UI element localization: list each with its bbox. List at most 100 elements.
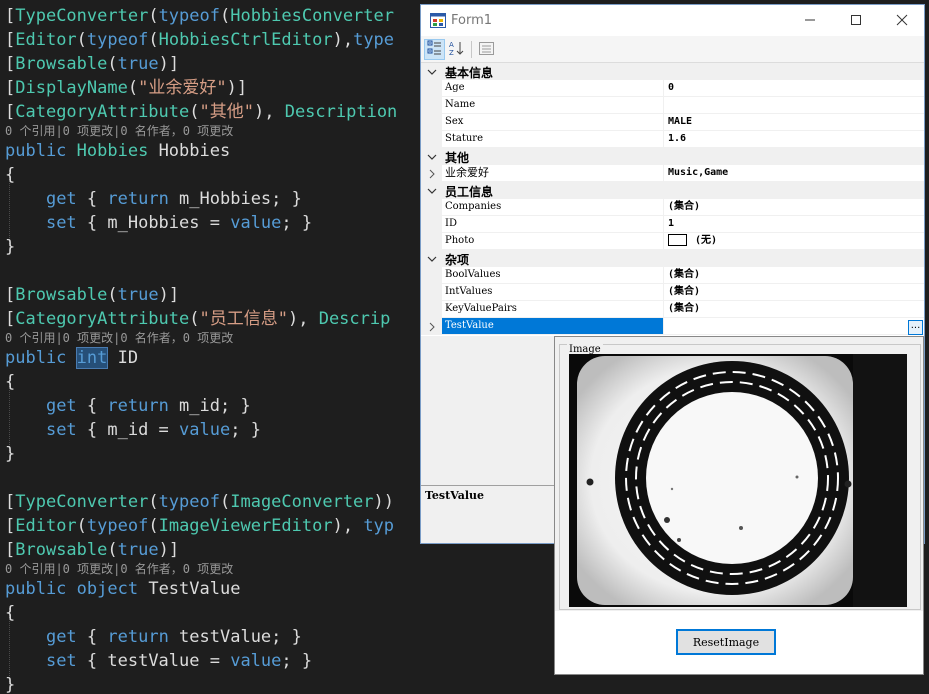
property-row-hobbies[interactable]: 业余爱好 Music,Game <box>421 165 924 182</box>
maximize-button[interactable] <box>833 5 879 36</box>
property-name[interactable]: Name <box>442 97 664 114</box>
code-line[interactable]: { <box>5 371 15 393</box>
code-line[interactable]: set { m_id = value; } <box>5 419 261 441</box>
code-line[interactable]: get { return m_Hobbies; } <box>5 188 302 210</box>
property-name[interactable]: Companies <box>442 199 664 216</box>
category-label: 其他 <box>445 151 470 165</box>
property-value[interactable] <box>664 318 924 335</box>
image-preview <box>569 354 907 607</box>
codelens-references[interactable]: 0 个引用|0 项更改|0 名作者，0 项更改 <box>5 562 233 576</box>
property-value[interactable]: (集合) <box>664 199 924 216</box>
category-misc[interactable]: 杂项 <box>421 250 924 267</box>
category-employee-info[interactable]: 员工信息 <box>421 182 924 199</box>
close-button[interactable] <box>879 5 925 36</box>
codelens-references[interactable]: 0 个引用|0 项更改|0 名作者，0 项更改 <box>5 331 233 345</box>
property-value[interactable]: MALE <box>664 114 924 131</box>
chevron-down-icon[interactable] <box>426 182 438 199</box>
property-name[interactable]: 业余爱好 <box>442 165 664 182</box>
svg-text:Z: Z <box>449 49 454 56</box>
property-row-companies[interactable]: Companies (集合) <box>421 199 924 216</box>
property-row-keyvaluepairs[interactable]: KeyValuePairs (集合) <box>421 301 924 318</box>
category-other[interactable]: 其他 <box>421 148 924 165</box>
property-grid[interactable]: 基本信息 Age 0 Name Sex MALE Stature 1.6 其他 <box>421 63 924 336</box>
property-name[interactable]: Stature <box>442 131 664 148</box>
property-value[interactable]: Music,Game <box>664 165 924 182</box>
code-line[interactable]: public object TestValue <box>5 578 240 600</box>
property-name[interactable]: TestValue <box>442 318 664 335</box>
code-line[interactable]: [DisplayName("业余爱好")] <box>5 77 247 99</box>
code-line[interactable]: { <box>5 164 15 186</box>
property-pages-icon <box>479 40 494 59</box>
ring-image <box>569 354 907 607</box>
code-line[interactable]: public Hobbies Hobbies <box>5 140 230 162</box>
code-line[interactable]: [Browsable(true)] <box>5 284 179 306</box>
minimize-button[interactable] <box>787 5 833 36</box>
property-name[interactable]: Age <box>442 80 664 97</box>
property-row-boolvalues[interactable]: BoolValues (集合) <box>421 267 924 284</box>
code-line[interactable]: get { return m_id; } <box>5 395 251 417</box>
row-gutter <box>421 301 442 318</box>
property-row-age[interactable]: Age 0 <box>421 80 924 97</box>
property-name[interactable]: IntValues <box>442 284 664 301</box>
codelens-references[interactable]: 0 个引用|0 项更改|0 名作者，0 项更改 <box>5 124 233 138</box>
maximize-icon <box>850 11 862 30</box>
code-line[interactable]: } <box>5 236 15 258</box>
property-name[interactable]: ID <box>442 216 664 233</box>
property-name[interactable]: Photo <box>442 233 664 250</box>
property-name[interactable]: BoolValues <box>442 267 664 284</box>
property-row-sex[interactable]: Sex MALE <box>421 114 924 131</box>
property-row-intvalues[interactable]: IntValues (集合) <box>421 284 924 301</box>
ellipsis-editor-button[interactable]: ... <box>908 320 923 335</box>
property-row-name[interactable]: Name <box>421 97 924 114</box>
category-label: 杂项 <box>445 253 470 267</box>
category-label: 员工信息 <box>445 185 494 199</box>
code-line[interactable]: { <box>5 602 15 624</box>
property-value[interactable]: 1 <box>664 216 924 233</box>
chevron-down-icon[interactable] <box>426 63 438 80</box>
code-line[interactable]: set { m_Hobbies = value; } <box>5 212 312 234</box>
property-name[interactable]: KeyValuePairs <box>442 301 664 318</box>
code-line[interactable]: } <box>5 674 15 694</box>
highlighted-word[interactable]: int <box>75 347 109 369</box>
property-row-testvalue[interactable]: TestValue <box>421 318 924 335</box>
code-line[interactable]: [Editor(typeof(ImageViewerEditor), typ <box>5 515 394 537</box>
code-line[interactable]: [Browsable(true)] <box>5 53 179 75</box>
property-row-stature[interactable]: Stature 1.6 <box>421 131 924 148</box>
image-preview-swatch <box>668 234 687 246</box>
chevron-right-icon[interactable] <box>426 165 438 182</box>
property-value[interactable]: 1.6 <box>664 131 924 148</box>
property-value[interactable]: (集合) <box>664 301 924 318</box>
property-value[interactable] <box>664 97 924 114</box>
alphabetical-view-button[interactable]: A Z <box>446 39 467 60</box>
property-value[interactable]: (集合) <box>664 267 924 284</box>
code-line[interactable]: [Browsable(true)] <box>5 539 179 561</box>
row-gutter <box>421 97 442 114</box>
code-line[interactable]: set { testValue = value; } <box>5 650 312 672</box>
image-viewer-popup[interactable]: Image ResetImage <box>554 336 924 675</box>
code-line[interactable]: [Editor(typeof(HobbiesCtrlEditor),type <box>5 29 394 51</box>
row-gutter <box>421 80 442 97</box>
property-row-photo[interactable]: Photo (无) <box>421 233 924 250</box>
toolbar-separator <box>471 41 472 58</box>
code-line[interactable]: public int ID <box>5 347 138 369</box>
property-name[interactable]: Sex <box>442 114 664 131</box>
chevron-down-icon[interactable] <box>426 148 438 165</box>
title-bar[interactable]: Form1 <box>421 5 924 36</box>
property-value[interactable]: 0 <box>664 80 924 97</box>
code-line[interactable]: [TypeConverter(typeof(HobbiesConverter <box>5 5 394 27</box>
property-pages-button[interactable] <box>476 39 497 60</box>
code-line[interactable]: get { return testValue; } <box>5 626 302 648</box>
property-value[interactable]: (集合) <box>664 284 924 301</box>
category-basic-info[interactable]: 基本信息 <box>421 63 924 80</box>
property-value-photo[interactable]: (无) <box>664 233 924 250</box>
chevron-down-icon[interactable] <box>426 250 438 267</box>
categorized-icon <box>427 40 442 59</box>
property-row-id[interactable]: ID 1 <box>421 216 924 233</box>
categorized-view-button[interactable] <box>424 39 445 60</box>
code-line[interactable]: [TypeConverter(typeof(ImageConverter)) <box>5 491 394 513</box>
chevron-right-icon[interactable] <box>426 318 438 335</box>
reset-image-button[interactable]: ResetImage <box>676 629 776 655</box>
code-line[interactable]: } <box>5 443 15 465</box>
code-line[interactable]: [CategoryAttribute("员工信息"), Descrip <box>5 308 390 330</box>
code-line[interactable]: [CategoryAttribute("其他"), Description <box>5 101 397 123</box>
